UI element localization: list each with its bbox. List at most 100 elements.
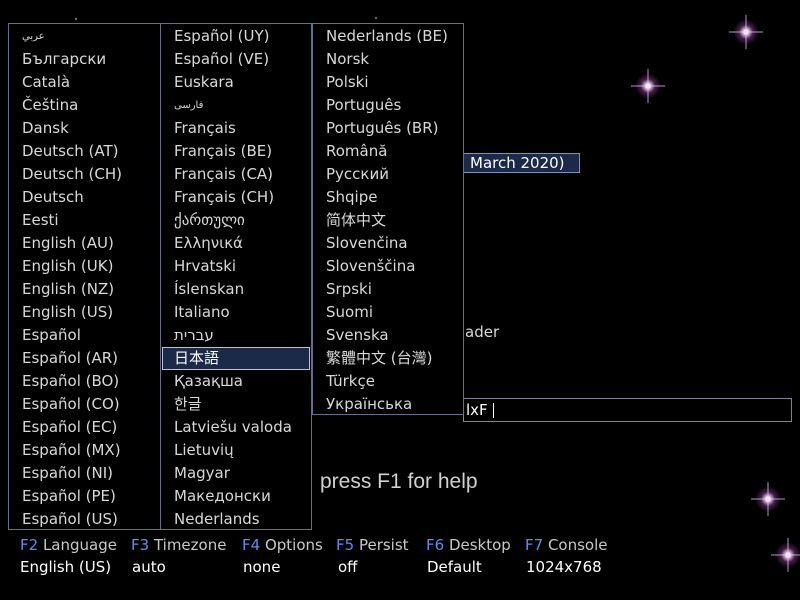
help-hint: press F1 for help [320,470,478,493]
language-option[interactable]: Italiano [162,301,310,324]
language-option[interactable]: 日本語 [162,347,310,370]
language-option[interactable]: Українська [314,393,462,416]
fkey-desktop-value: Default [427,558,482,576]
language-option[interactable]: Français (CA) [162,163,310,186]
fkey-label: Desktop [448,536,511,554]
language-option[interactable]: English (NZ) [10,278,159,301]
language-option[interactable]: Română [314,140,462,163]
language-column-1: عربي Български Català Čeština Dansk Deutsch (… [8,23,161,530]
fkey-f7-console-button[interactable]: F7 Console [525,536,608,554]
fkey-label: Console [547,536,608,554]
function-key-bar: F2 Language F3 Timezone F4 Options F5 Persi… [20,536,800,556]
boot-loader-label: ader [465,323,500,341]
language-option[interactable]: Svenska [314,324,462,347]
language-option[interactable]: Русский [314,163,462,186]
language-option[interactable]: Norsk [314,48,462,71]
language-option[interactable]: Hrvatski [162,255,310,278]
language-option[interactable]: Español (MX) [10,439,159,462]
fkey-f4-options-button[interactable]: F4 Options [242,536,323,554]
language-option[interactable]: Português (BR) [314,117,462,140]
language-option[interactable]: Español (BO) [10,370,159,393]
language-option[interactable]: 繁體中文 (台灣) [314,347,462,370]
boot-options-input[interactable]: lxF [463,398,792,422]
fkey-label: Language [42,536,117,554]
language-option[interactable]: Български [10,48,159,71]
fkey-f5-persist-button[interactable]: F5 Persist [336,536,409,554]
language-option[interactable]: ქართული [162,209,310,232]
language-option[interactable]: Srpski [314,278,462,301]
language-option[interactable]: Español [10,324,159,347]
language-option[interactable]: Euskara [162,71,310,94]
language-option[interactable]: Polski [314,71,462,94]
language-column-3: Nederlands (BE) Norsk Polski Português Portu… [312,23,464,415]
fkey-label: Options [264,536,323,554]
language-option[interactable]: Latviešu valoda [162,416,310,439]
language-option[interactable]: Español (NI) [10,462,159,485]
language-option[interactable]: Deutsch [10,186,159,209]
language-option[interactable]: Čeština [10,94,159,117]
language-option[interactable]: English (UK) [10,255,159,278]
fkey-key: F4 [242,536,261,554]
language-column-2: Español (UY) Español (VE) Euskara فارسی Fran… [160,23,312,530]
fkey-timezone-value: auto [132,558,166,576]
language-option[interactable]: Français (CH) [162,186,310,209]
language-option[interactable]: Español (EC) [10,416,159,439]
language-option[interactable]: Dansk [10,117,159,140]
fkey-label: Timezone [153,536,227,554]
boot-version-highlight[interactable]: March 2020) [463,153,580,173]
fkey-key: F7 [525,536,544,554]
language-option[interactable]: Español (US) [10,508,159,531]
language-option[interactable]: Deutsch (CH) [10,163,159,186]
language-option[interactable]: فارسی [162,94,310,117]
language-option[interactable]: Nederlands [162,508,310,531]
fkey-f3-timezone-button[interactable]: F3 Timezone [131,536,226,554]
language-option[interactable]: Español (CO) [10,393,159,416]
fkey-key: F6 [426,536,445,554]
language-option[interactable]: Español (UY) [162,25,310,48]
language-option[interactable]: عربي [10,25,159,48]
language-option[interactable]: Português [314,94,462,117]
fkey-key: F5 [336,536,355,554]
language-option[interactable]: Lietuvių [162,439,310,462]
language-option[interactable]: Français (BE) [162,140,310,163]
language-option[interactable]: Македонски [162,485,310,508]
sparkle-star [631,69,665,103]
language-option[interactable]: Қазақша [162,370,310,393]
language-option[interactable]: Magyar [162,462,310,485]
sparkle-star [751,482,785,516]
language-option[interactable]: Slovenčina [314,232,462,255]
language-option[interactable]: Ελληνικά [162,232,310,255]
language-option[interactable]: Suomi [314,301,462,324]
language-option[interactable]: Nederlands (BE) [314,25,462,48]
language-option[interactable]: Shqipe [314,186,462,209]
fkey-f6-desktop-button[interactable]: F6 Desktop [426,536,511,554]
star [75,18,77,20]
fkey-language-value: English (US) [20,558,112,576]
fkey-f2-language-button[interactable]: F2 Language [20,536,117,554]
language-option[interactable]: עברית [162,324,310,347]
language-option[interactable]: Català [10,71,159,94]
language-option[interactable]: Español (VE) [162,48,310,71]
language-option[interactable]: English (AU) [10,232,159,255]
language-option[interactable]: Íslenskan [162,278,310,301]
fkey-key: F3 [131,536,150,554]
fkey-label: Persist [358,536,409,554]
text-cursor [492,403,494,418]
boot-options-text: lxF [466,401,488,419]
fkey-key: F2 [20,536,39,554]
language-option[interactable]: Slovenščina [314,255,462,278]
language-option[interactable]: Deutsch (AT) [10,140,159,163]
language-option[interactable]: English (US) [10,301,159,324]
language-option[interactable]: Español (AR) [10,347,159,370]
language-option[interactable]: Türkçe [314,370,462,393]
language-option[interactable]: 한글 [162,393,310,416]
star [375,17,377,19]
sparkle-star [729,15,763,49]
language-option[interactable]: Español (PE) [10,485,159,508]
language-option[interactable]: 简体中文 [314,209,462,232]
language-option[interactable]: Eesti [10,209,159,232]
fkey-options-value: none [243,558,281,576]
fkey-persist-value: off [338,558,358,576]
fkey-console-value: 1024x768 [526,558,602,576]
language-option[interactable]: Français [162,117,310,140]
